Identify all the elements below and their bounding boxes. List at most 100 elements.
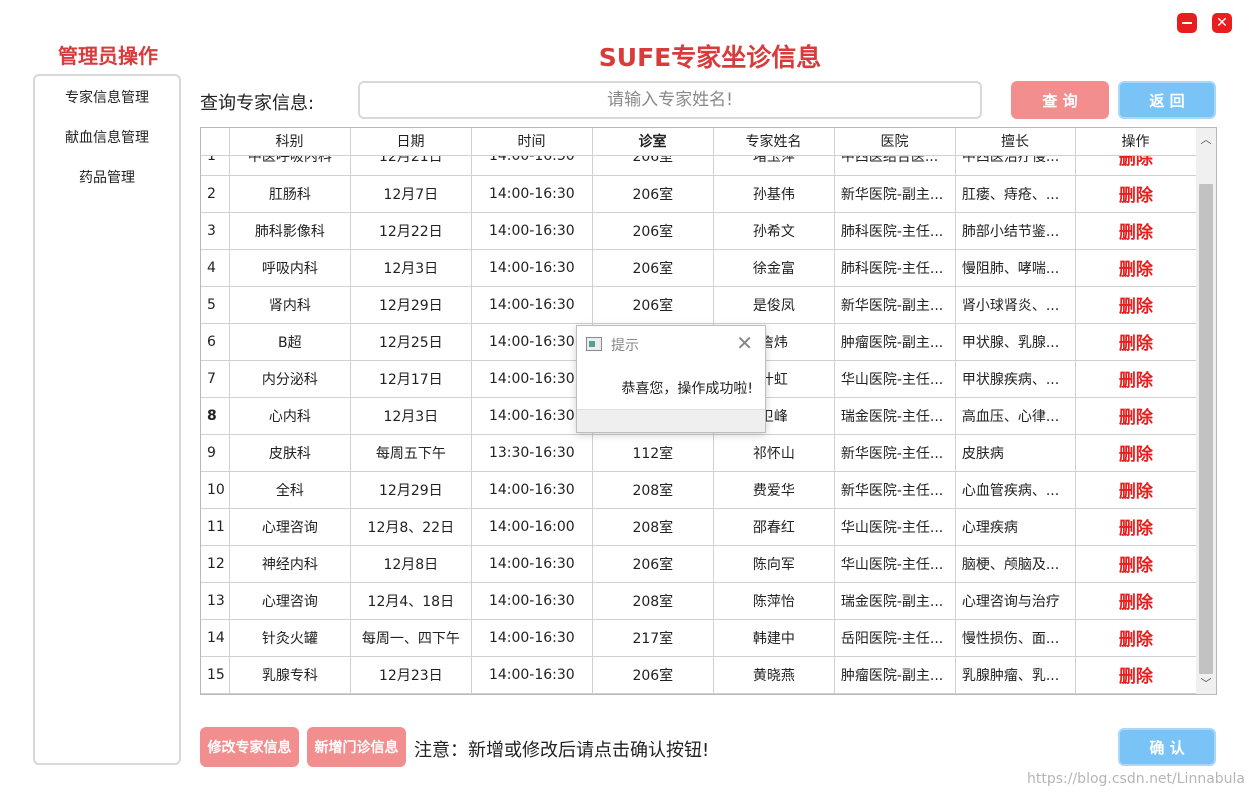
cell-time[interactable]: 14:00-16:30 xyxy=(471,471,593,509)
cell-date[interactable]: 每周一、四下午 xyxy=(350,619,472,657)
delete-button[interactable]: 删除 xyxy=(1075,175,1197,213)
edit-expert-button[interactable]: 修改专家信息 xyxy=(200,727,299,767)
row-number[interactable]: 15 xyxy=(201,656,230,694)
cell-expert-name[interactable]: 是俊凤 xyxy=(713,286,835,324)
dialog-close-icon[interactable]: ✕ xyxy=(736,331,753,355)
header-operation[interactable]: 操作 xyxy=(1075,128,1197,156)
header-specialty[interactable]: 擅长 xyxy=(955,128,1076,156)
table-row[interactable]: 15 乳腺专科 12月23日 14:00-16:30 206室 黄晓燕 肿瘤医院-副主...… xyxy=(201,656,1197,694)
delete-button[interactable]: 删除 xyxy=(1075,434,1197,472)
cell-dept[interactable]: 心理咨询 xyxy=(229,508,351,546)
header-room[interactable]: 诊室 xyxy=(592,128,714,156)
cell-room[interactable]: 217室 xyxy=(592,619,714,657)
cell-time[interactable]: 14:00-16:00 xyxy=(471,508,593,546)
delete-button[interactable]: 删除 xyxy=(1075,545,1197,583)
cell-dept[interactable]: 内分泌科 xyxy=(229,360,351,398)
search-input[interactable] xyxy=(358,81,982,119)
cell-dept[interactable]: 肛肠科 xyxy=(229,175,351,213)
table-row[interactable]: 13 心理咨询 12月4、18日 14:00-16:30 208室 陈萍怡 瑞金医院-副主.… xyxy=(201,582,1197,620)
cell-time[interactable]: 14:00-16:30 xyxy=(471,249,593,287)
table-row[interactable]: 3 肺科影像科 12月22日 14:00-16:30 206室 孙希文 肺科医院-主任...… xyxy=(201,212,1197,250)
cell-room[interactable]: 208室 xyxy=(592,582,714,620)
cell-specialty[interactable]: 肾小球肾炎、... xyxy=(955,286,1076,324)
cell-dept[interactable]: B超 xyxy=(229,323,351,361)
cell-room[interactable]: 206室 xyxy=(592,545,714,583)
cell-date[interactable]: 12月7日 xyxy=(350,175,472,213)
cell-time[interactable]: 14:00-16:30 xyxy=(471,656,593,694)
cell-dept[interactable]: 神经内科 xyxy=(229,545,351,583)
table-row[interactable]: 9 皮肤科 每周五下午 13:30-16:30 112室 祁怀山 新华医院-主任... 皮肤病… xyxy=(201,434,1197,472)
table-row[interactable]: 5 肾内科 12月29日 14:00-16:30 206室 是俊凤 新华医院-副主... 肾小… xyxy=(201,286,1197,324)
cell-hospital[interactable]: 华山医院-主任... xyxy=(834,545,956,583)
cell-hospital[interactable]: 肿瘤医院-副主... xyxy=(834,656,956,694)
cell-room[interactable]: 208室 xyxy=(592,471,714,509)
cell-time[interactable]: 14:00-16:30 xyxy=(471,619,593,657)
header-time[interactable]: 时间 xyxy=(471,128,593,156)
cell-time[interactable]: 14:00-16:30 xyxy=(471,360,593,398)
sidebar-item-expert-info[interactable]: 专家信息管理 xyxy=(35,78,179,118)
delete-button[interactable]: 删除 xyxy=(1075,397,1197,435)
cell-expert-name[interactable]: 陈萍怡 xyxy=(713,582,835,620)
row-number[interactable]: 7 xyxy=(201,360,230,398)
cell-time[interactable]: 14:00-16:30 xyxy=(471,286,593,324)
header-hospital[interactable]: 医院 xyxy=(834,128,956,156)
cell-date[interactable]: 12月29日 xyxy=(350,471,472,509)
row-number[interactable]: 6 xyxy=(201,323,230,361)
cell-time[interactable]: 14:00-16:30 xyxy=(471,582,593,620)
cell-expert-name[interactable]: 韩建中 xyxy=(713,619,835,657)
cell-specialty[interactable]: 脑梗、颅脑及... xyxy=(955,545,1076,583)
row-number[interactable]: 8 xyxy=(201,397,230,435)
delete-button[interactable]: 删除 xyxy=(1075,360,1197,398)
row-number[interactable]: 4 xyxy=(201,249,230,287)
row-number[interactable]: 9 xyxy=(201,434,230,472)
cell-date[interactable]: 12月4、18日 xyxy=(350,582,472,620)
row-number[interactable]: 13 xyxy=(201,582,230,620)
cell-hospital[interactable]: 新华医院-副主... xyxy=(834,175,956,213)
row-number[interactable]: 11 xyxy=(201,508,230,546)
cell-dept[interactable]: 乳腺专科 xyxy=(229,656,351,694)
row-number[interactable]: 12 xyxy=(201,545,230,583)
cell-date[interactable]: 每周五下午 xyxy=(350,434,472,472)
header-dept[interactable]: 科别 xyxy=(229,128,351,156)
cell-hospital[interactable]: 华山医院-主任... xyxy=(834,360,956,398)
delete-button[interactable]: 删除 xyxy=(1075,582,1197,620)
cell-room[interactable]: 208室 xyxy=(592,508,714,546)
query-button[interactable]: 查 询 xyxy=(1011,81,1109,119)
delete-button[interactable]: 删除 xyxy=(1075,656,1197,694)
sidebar-item-blood-donation[interactable]: 献血信息管理 xyxy=(35,118,179,158)
cell-hospital[interactable]: 岳阳医院-主任... xyxy=(834,619,956,657)
cell-specialty[interactable]: 皮肤病 xyxy=(955,434,1076,472)
cell-specialty[interactable]: 慢性损伤、面... xyxy=(955,619,1076,657)
row-number[interactable]: 10 xyxy=(201,471,230,509)
add-clinic-button[interactable]: 新增门诊信息 xyxy=(307,727,406,767)
cell-expert-name[interactable]: 孙基伟 xyxy=(713,175,835,213)
cell-dept[interactable]: 肾内科 xyxy=(229,286,351,324)
cell-room[interactable]: 112室 xyxy=(592,434,714,472)
cell-dept[interactable]: 呼吸内科 xyxy=(229,249,351,287)
cell-specialty[interactable]: 肛瘘、痔疮、... xyxy=(955,175,1076,213)
table-row[interactable]: 12 神经内科 12月8日 14:00-16:30 206室 陈向军 华山医院-主任... 脑… xyxy=(201,545,1197,583)
cell-time[interactable]: 14:00-16:30 xyxy=(471,212,593,250)
cell-room[interactable]: 206室 xyxy=(592,286,714,324)
cell-dept[interactable]: 全科 xyxy=(229,471,351,509)
cell-date[interactable]: 12月25日 xyxy=(350,323,472,361)
delete-button[interactable]: 删除 xyxy=(1075,619,1197,657)
cell-date[interactable]: 12月17日 xyxy=(350,360,472,398)
table-row[interactable]: 4 呼吸内科 12月3日 14:00-16:30 206室 徐金富 肺科医院-主任... 慢阻… xyxy=(201,249,1197,287)
cell-expert-name[interactable]: 孙希文 xyxy=(713,212,835,250)
cell-hospital[interactable]: 肺科医院-主任... xyxy=(834,249,956,287)
cell-date[interactable]: 12月3日 xyxy=(350,397,472,435)
cell-dept[interactable]: 肺科影像科 xyxy=(229,212,351,250)
cell-hospital[interactable]: 瑞金医院-副主... xyxy=(834,582,956,620)
cell-expert-name[interactable]: 徐金富 xyxy=(713,249,835,287)
minimize-button[interactable] xyxy=(1177,13,1197,33)
cell-specialty[interactable]: 甲状腺、乳腺... xyxy=(955,323,1076,361)
cell-time[interactable]: 14:00-16:30 xyxy=(471,545,593,583)
scroll-up-icon[interactable]: ︿ xyxy=(1196,130,1216,148)
delete-button[interactable]: 删除 xyxy=(1075,249,1197,287)
cell-expert-name[interactable]: 黄晓燕 xyxy=(713,656,835,694)
cell-date[interactable]: 12月22日 xyxy=(350,212,472,250)
cell-specialty[interactable]: 心理咨询与治疗 xyxy=(955,582,1076,620)
cell-date[interactable]: 12月8、22日 xyxy=(350,508,472,546)
sidebar-item-medicine[interactable]: 药品管理 xyxy=(35,158,179,198)
